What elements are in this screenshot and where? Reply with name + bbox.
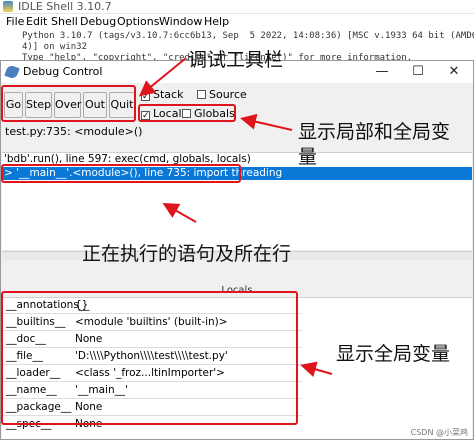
annotation-globals: 显示全局变量 [336,343,451,365]
watermark: CSDN @小菜鸡 [410,428,468,437]
arrow-to-current-line [162,203,197,223]
annotation-locals-globals: 显示局部和全局变量 [298,121,451,168]
annotation-toolbar: 调试工具栏 [188,49,284,71]
annotation-current-line: 正在执行的语句及所在行 [82,243,292,265]
arrow-to-toolbar [138,57,187,97]
arrow-to-globals-pane [300,361,333,377]
arrow-to-locals-globals [240,113,293,131]
